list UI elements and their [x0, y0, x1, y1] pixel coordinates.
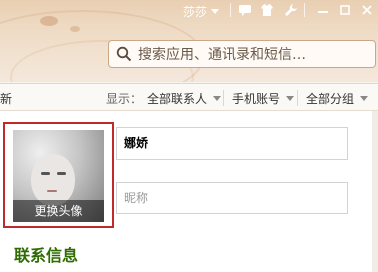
comment-icon[interactable]: [238, 3, 252, 17]
avatar-mouth: [47, 190, 57, 192]
search-icon: [116, 46, 132, 62]
minimize-icon[interactable]: [316, 3, 330, 17]
search-box[interactable]: 搜索应用、通讯录和短信…: [108, 40, 376, 68]
chevron-down-icon: [286, 96, 294, 101]
title-bar: 莎莎 搜索应用、通讯录和短信…: [0, 0, 378, 82]
decorative-dot: [70, 26, 80, 32]
chevron-down-icon: [360, 96, 368, 101]
name-field[interactable]: 娜娇: [116, 127, 348, 160]
divider: [223, 90, 224, 106]
filter-all-groups[interactable]: 全部分组: [306, 90, 354, 107]
maximize-icon[interactable]: [338, 3, 352, 17]
display-label: 显示：: [106, 92, 143, 106]
chevron-down-icon: [211, 8, 220, 14]
scrollbar[interactable]: [372, 111, 378, 272]
username-label: 莎莎: [183, 4, 208, 19]
close-icon[interactable]: [360, 3, 374, 17]
divider: [304, 3, 305, 17]
new-contact-link[interactable]: 新: [0, 90, 12, 107]
change-avatar-button[interactable]: 更换头像: [13, 200, 104, 222]
avatar-face: [31, 154, 75, 206]
avatar-frame[interactable]: 更换头像: [3, 122, 114, 228]
avatar-eye: [57, 172, 66, 175]
shirt-icon[interactable]: [260, 3, 274, 17]
filter-all-contacts[interactable]: 全部联系人: [147, 90, 207, 107]
contact-info-heading: 联系信息: [14, 246, 79, 265]
divider: [297, 90, 298, 106]
filter-phone-account[interactable]: 手机账号: [232, 90, 280, 107]
avatar-eye: [41, 172, 50, 175]
chevron-down-icon: [213, 96, 221, 101]
decorative-dot: [40, 16, 58, 26]
nickname-field[interactable]: 昵称: [116, 182, 348, 214]
wrench-icon[interactable]: [284, 3, 298, 17]
filter-bar: 新 显示： 全部联系人 手机账号 全部分组: [0, 83, 378, 111]
avatar[interactable]: 更换头像: [13, 130, 104, 222]
user-menu[interactable]: 莎莎: [183, 3, 220, 19]
search-placeholder: 搜索应用、通讯录和短信…: [138, 47, 306, 63]
divider: [230, 3, 231, 17]
